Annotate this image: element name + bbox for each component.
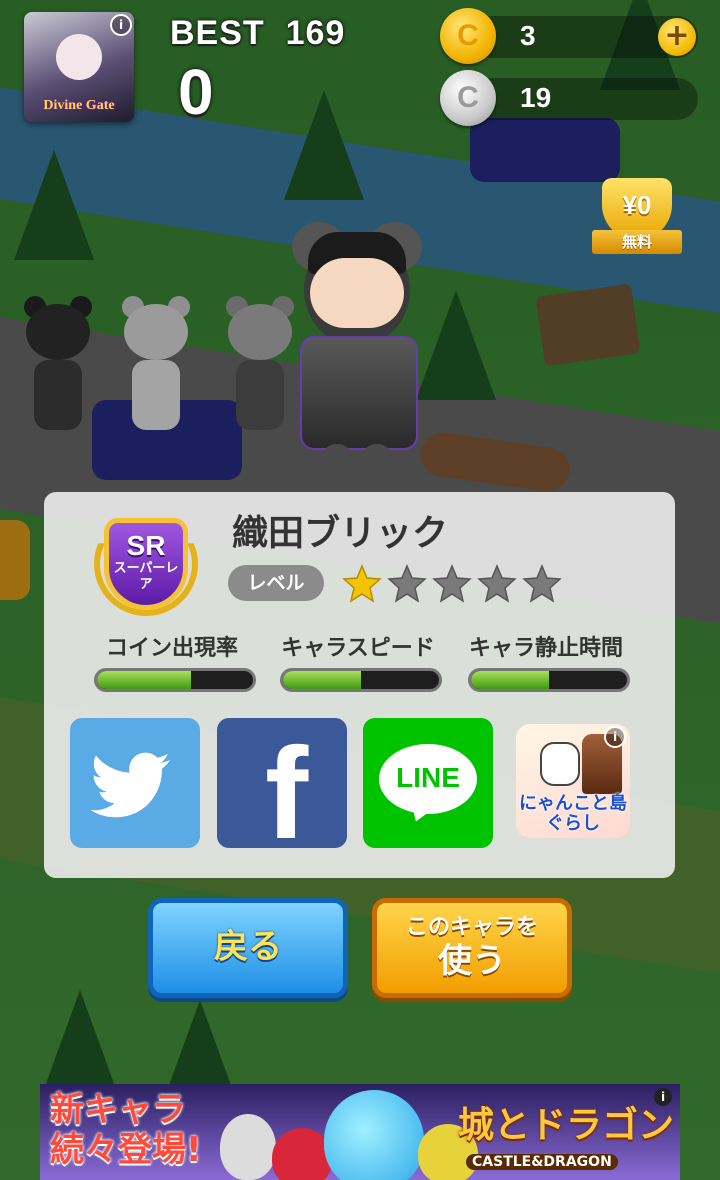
gold-coin-icon: C (440, 8, 496, 64)
info-icon[interactable]: i (604, 726, 626, 748)
castle-dragon-banner-ad[interactable]: 新キャラ 続々登場! 城とドラゴン CASTLE&DRAGON i (40, 1084, 680, 1180)
use-button-line1: このキャラを (405, 915, 538, 940)
egg-character-icon (324, 1090, 424, 1180)
info-icon[interactable]: i (654, 1088, 672, 1106)
star-empty-icon (477, 564, 517, 603)
rarity-badge: SR スーパーレア (94, 512, 198, 616)
line-share-button[interactable]: LINE (363, 718, 493, 848)
best-value: 169 (285, 14, 346, 52)
use-character-button[interactable]: このキャラを 使う (372, 898, 572, 998)
silver-coin-count: 19 (520, 82, 552, 113)
cat-icon (540, 742, 580, 786)
star-empty-icon (522, 564, 562, 603)
add-coins-button[interactable]: + (658, 18, 696, 56)
ad-icon-logo: Divine Gate (43, 98, 115, 113)
use-button-line2: 使う (438, 941, 506, 981)
banner-left-line1: 新キャラ (50, 1090, 186, 1130)
back-button[interactable]: 戻る (148, 898, 348, 998)
banner-subtitle: CASTLE&DRAGON (466, 1154, 618, 1170)
locked-character[interactable] (20, 296, 96, 436)
free-offer-badge[interactable]: ¥0 無料 (592, 178, 682, 258)
banner-left-line2: 続々登場! (50, 1130, 202, 1170)
best-score: BEST 169 (170, 14, 345, 53)
locked-character[interactable] (118, 296, 194, 436)
stat-bar-stop-time (468, 668, 630, 692)
character-info-panel: SR スーパーレア 織田ブリック レベル コイン出現率 キャラスピード キャラ静… (44, 492, 675, 878)
line-label: LINE (396, 762, 460, 793)
stat-bar-coin-rate (94, 668, 256, 692)
rarity-label: SR (126, 530, 166, 561)
rarity-sub-label: スーパーレア (113, 561, 179, 592)
star-empty-icon (432, 564, 472, 603)
star-filled-icon (342, 564, 382, 603)
top-bar: Divine Gate i BEST 169 0 C 3 + C 19 (0, 0, 720, 140)
selected-character[interactable] (282, 218, 432, 502)
gold-coin-count: 3 (520, 20, 536, 51)
silver-coin-counter: C 19 (440, 70, 698, 126)
twitter-bird-icon (90, 752, 170, 818)
gold-coin-counter: C 3 + (440, 8, 698, 64)
character-name: 織田ブリック (232, 513, 449, 554)
egg-character-icon (220, 1114, 276, 1180)
egg-character-icon (272, 1128, 332, 1180)
facebook-f-icon: f (265, 720, 309, 848)
level-stars (342, 564, 567, 604)
silver-coin-icon: C (440, 70, 496, 126)
twitter-share-button[interactable] (70, 718, 200, 848)
divine-gate-ad-icon[interactable]: Divine Gate i (24, 12, 134, 122)
stat-label-speed: キャラスピード (281, 636, 435, 661)
level-label: レベル (228, 565, 324, 601)
banner-title: 城とドラゴン (458, 1105, 675, 1146)
facebook-share-button[interactable]: f (217, 718, 347, 848)
stat-label-coin-rate: コイン出現率 (105, 636, 238, 661)
free-label: 無料 (592, 230, 682, 254)
star-empty-icon (387, 564, 427, 603)
stat-bar-speed (280, 668, 442, 692)
nyanko-ad-tile[interactable]: i にゃんこと島ぐらし (516, 724, 630, 838)
stat-label-stop-time: キャラ静止時間 (468, 636, 623, 661)
ad-tile-title: にゃんこと島ぐらし (519, 793, 627, 834)
current-score: 0 (178, 56, 214, 128)
best-label: BEST (170, 14, 265, 52)
info-icon[interactable]: i (110, 14, 132, 36)
